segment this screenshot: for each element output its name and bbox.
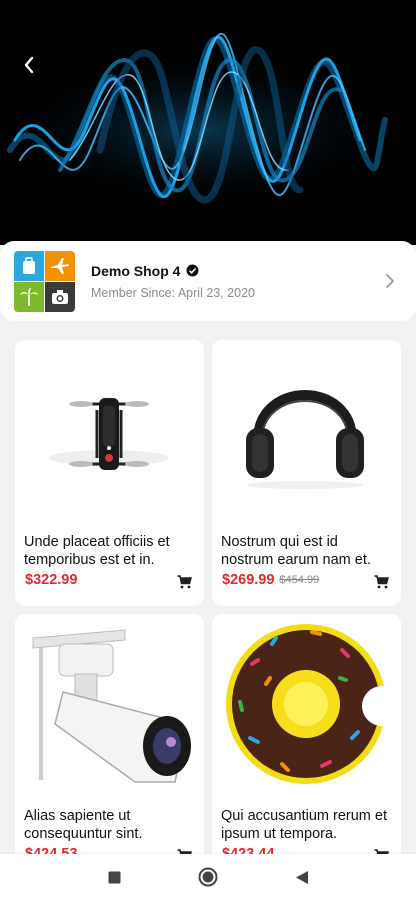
product-price: $269.99 (222, 572, 275, 588)
product-image-headphones (212, 340, 401, 526)
home-button[interactable] (195, 864, 221, 890)
product-title: Unde placeat officiis et temporibus est … (24, 534, 170, 568)
product-grid: Unde placeat officiis et temporibus est … (15, 340, 401, 880)
shop-details-button[interactable] (380, 271, 400, 291)
airplane-icon (45, 250, 75, 281)
add-to-cart-button[interactable] (371, 572, 391, 592)
shop-logo (14, 250, 75, 312)
product-card[interactable]: Unde placeat officiis et temporibus est … (15, 340, 204, 606)
cart-icon (177, 575, 192, 589)
wave-light-image (0, 32, 400, 210)
product-image-drone (15, 340, 204, 526)
system-navigation-bar (0, 854, 416, 900)
product-card[interactable]: Qui accusantium rerum et ipsum ut tempor… (212, 614, 401, 880)
product-price: $322.99 (25, 572, 78, 588)
product-title: Alias sapiente ut consequuntur sint. (24, 808, 143, 842)
chevron-left-icon (24, 56, 34, 74)
product-title: Nostrum qui est id nostrum earum nam et. (221, 534, 371, 568)
camera-icon (45, 281, 75, 312)
product-card[interactable]: Alias sapiente ut consequuntur sint. $42… (15, 614, 204, 880)
shop-name: Demo Shop 4 (91, 262, 181, 279)
palm-tree-icon (14, 281, 44, 312)
product-old-price: $454.99 (279, 574, 320, 586)
shop-banner (0, 0, 416, 245)
back-button[interactable] (22, 56, 54, 88)
product-card[interactable]: Nostrum qui est id nostrum earum nam et.… (212, 340, 401, 606)
shop-details: Demo Shop 4 Member Since: April 23, 2020 (91, 263, 380, 300)
product-image-donut-float (212, 614, 401, 800)
verified-check-icon (186, 264, 199, 277)
product-image-security-camera (15, 614, 204, 800)
add-to-cart-button[interactable] (174, 572, 194, 592)
shop-info-card[interactable]: Demo Shop 4 Member Since: April 23, 2020 (0, 241, 416, 321)
circle-home-icon (198, 867, 218, 887)
system-back-button[interactable] (289, 864, 315, 890)
recents-button[interactable] (101, 864, 127, 890)
square-icon (108, 871, 120, 883)
product-title: Qui accusantium rerum et ipsum ut tempor… (221, 808, 388, 842)
triangle-back-icon (296, 870, 308, 884)
chevron-right-icon (386, 274, 395, 288)
suitcase-icon (14, 250, 44, 281)
cart-icon (374, 575, 389, 589)
member-since-text: Member Since: April 23, 2020 (91, 285, 255, 300)
